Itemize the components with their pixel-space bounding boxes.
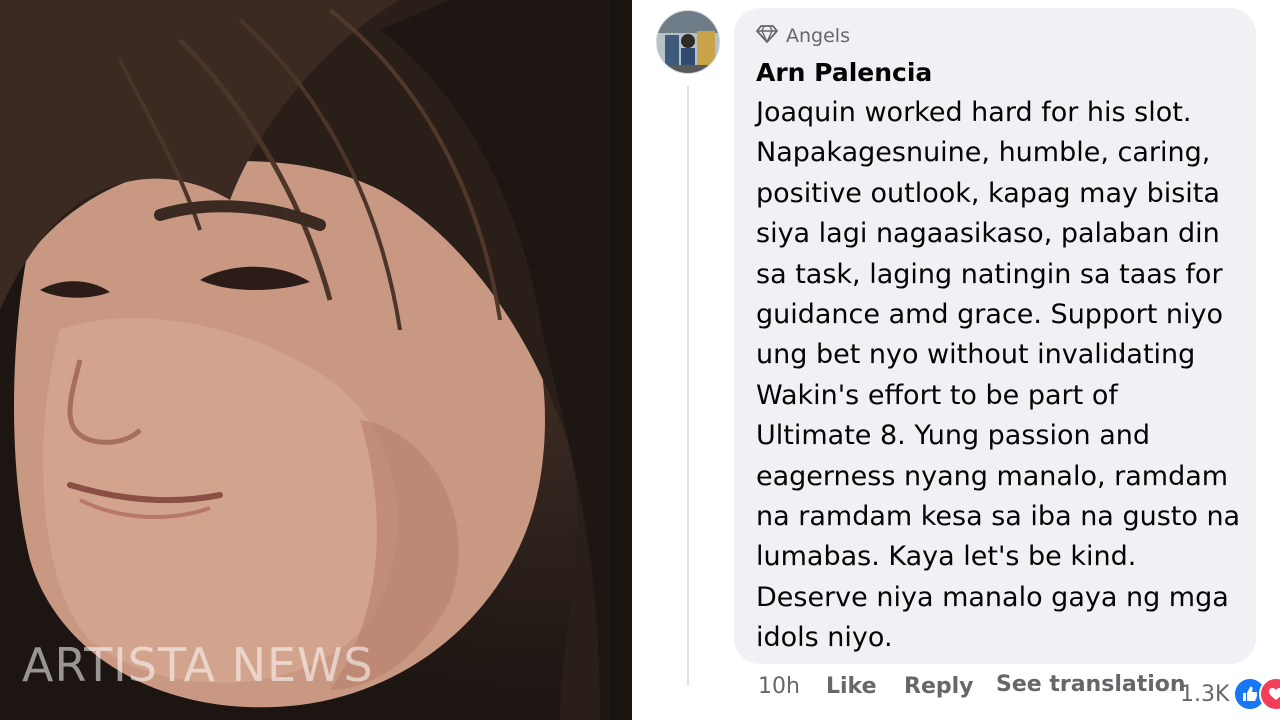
comment-timestamp[interactable]: 10h	[758, 674, 800, 699]
comment-author[interactable]: Arn Palencia	[756, 58, 932, 87]
comment-line: eagerness nyang manalo, ramdam	[756, 460, 1229, 492]
thread-line	[687, 86, 689, 686]
heart-icon	[1259, 677, 1280, 711]
comment-bubble: Angels Arn Palencia Joaquin worked hard …	[734, 8, 1256, 664]
fan-badge[interactable]: Angels	[756, 22, 850, 50]
comment-line: guidance amd grace. Support niyo	[756, 298, 1223, 330]
diamond-icon	[756, 24, 778, 49]
comment-line: Napakagesnuine, humble, caring,	[756, 137, 1211, 169]
comment-line: na ramdam kesa sa iba na gusto na	[756, 500, 1241, 532]
comment-line: Joaquin worked hard for his slot.	[756, 97, 1192, 128]
reaction-count: 1.3K	[1180, 681, 1230, 707]
screenshot-frame: ARTISTA NEWS Angels Arn Palencia Joaquin…	[0, 0, 1280, 720]
photo-panel: ARTISTA NEWS	[0, 0, 632, 720]
comment-line: idols niyo.	[756, 622, 893, 654]
like-button[interactable]: Like	[826, 674, 877, 699]
comment-line: ung bet nyo without invalidating	[756, 339, 1196, 371]
reply-button[interactable]: Reply	[904, 674, 974, 699]
portrait-image	[0, 0, 632, 720]
comment-line: positive outlook, kapag may bisita	[756, 177, 1220, 209]
comment-line: Wakin's effort to be part of	[756, 379, 1118, 411]
avatar-image	[657, 11, 719, 73]
comment-text: Joaquin worked hard for his slot. Napaka…	[756, 93, 1241, 658]
comment-line: sa task, laging natingin sa taas for	[756, 258, 1223, 290]
see-translation-link[interactable]: See translation	[996, 674, 1186, 696]
comment-line: Ultimate 8. Yung passion and	[756, 420, 1150, 452]
reaction-summary[interactable]: 1.3K	[1180, 674, 1280, 714]
comment-line: Deserve niya manalo gaya ng mga	[756, 581, 1229, 613]
comment-panel: Angels Arn Palencia Joaquin worked hard …	[632, 0, 1280, 720]
badge-label: Angels	[786, 25, 850, 47]
watermark-text: ARTISTA NEWS	[22, 638, 374, 692]
comment-line: lumabas. Kaya let's be kind.	[756, 541, 1137, 573]
comment-line: siya lagi nagaasikaso, palaban din	[756, 218, 1220, 250]
avatar[interactable]	[656, 10, 720, 74]
